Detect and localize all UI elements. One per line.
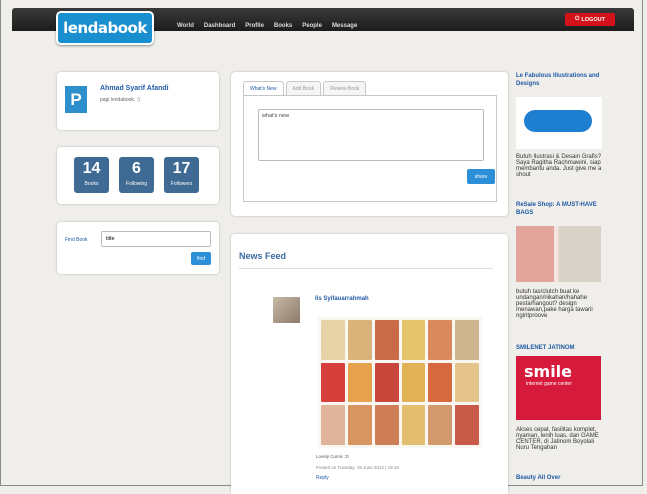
feed-post-image[interactable] <box>318 317 482 448</box>
composer-panel: what's new share <box>243 95 497 202</box>
comic-cover <box>428 405 453 445</box>
news-feed-title: News Feed <box>239 251 287 261</box>
comic-cover <box>347 405 372 445</box>
nav-people[interactable]: People <box>297 23 327 29</box>
stat-following[interactable]: 6 Following <box>119 157 154 193</box>
comic-cover <box>428 320 453 360</box>
tab-whats-new[interactable]: What's New <box>243 81 284 95</box>
speech-bubble-icon <box>524 110 592 132</box>
comic-cover <box>374 320 399 360</box>
comic-cover <box>321 320 345 360</box>
composer-tabs: What's New Add Book Review Book <box>243 81 367 95</box>
ad-title[interactable]: SMILENET JATINOM <box>516 344 606 352</box>
feed-author-name[interactable]: Iis Syifauarrahmah <box>315 296 369 302</box>
nav-world[interactable]: World <box>172 23 199 29</box>
find-book-input[interactable] <box>101 231 211 247</box>
comic-cover <box>455 405 479 445</box>
power-icon: ⏻ <box>575 16 580 22</box>
stat-books[interactable]: 14 Books <box>74 157 109 193</box>
sidebar-ad-title[interactable]: Le Fabulous Illustrations and Designs <box>516 72 606 88</box>
ad-title[interactable]: Le Fabulous Illustrations and Designs <box>516 72 606 88</box>
comic-cover <box>401 320 426 360</box>
comic-cover <box>321 362 345 403</box>
ad-text: Butuh Ilustrasi & Desain Grafis? Saya Ra… <box>516 154 602 178</box>
comic-cover <box>455 320 479 360</box>
stat-label: Followers <box>170 181 193 187</box>
avatar[interactable]: P <box>65 86 87 113</box>
logout-button[interactable]: ⏻ LOGOUT <box>565 13 615 26</box>
ad-title[interactable]: ReSale Shop: A MUST-HAVE BAGS <box>516 201 606 217</box>
comic-cover <box>321 405 345 445</box>
site-logo[interactable]: lendabook <box>56 11 154 45</box>
profile-card: P Ahmad Syarif Afandi pagi lendabook. :) <box>57 72 219 130</box>
nav-message[interactable]: Message <box>327 23 362 29</box>
main-nav: World Dashboard Profile Books People Mes… <box>172 23 362 29</box>
stat-value: 17 <box>172 160 191 177</box>
ad-image-bags[interactable] <box>516 226 601 282</box>
profile-status: pagi lendabook. :) <box>100 97 140 103</box>
smile-logo-subtext: internet game center <box>526 381 572 387</box>
feed-author-avatar[interactable] <box>273 297 300 323</box>
divider <box>239 268 493 269</box>
find-button[interactable]: find <box>191 252 211 265</box>
stat-label: Books <box>84 181 99 187</box>
comic-cover <box>347 362 372 403</box>
comic-cover <box>455 362 479 403</box>
reply-link[interactable]: Reply <box>316 475 329 481</box>
ad-title[interactable]: Beauty All Over <box>516 474 606 482</box>
ad-text: Akses cepat, fasilitas komplet, nyaman, … <box>516 427 599 451</box>
share-button[interactable]: share <box>467 169 495 184</box>
smile-logo-text: smile <box>524 362 573 381</box>
tab-add-book[interactable]: Add Book <box>285 81 322 95</box>
stats-card: 14 Books 6 Following 17 Followers <box>57 147 219 204</box>
nav-profile[interactable]: Profile <box>240 23 269 29</box>
nav-dashboard[interactable]: Dashboard <box>199 23 240 29</box>
stat-value: 14 <box>82 160 101 177</box>
comic-cover <box>374 362 399 403</box>
post-composer: What's New Add Book Review Book what's n… <box>231 72 508 216</box>
comic-cover <box>401 362 426 403</box>
news-feed: News Feed Iis Syifauarrahmah Lovely Comi… <box>231 234 508 494</box>
comic-cover <box>374 405 399 445</box>
whats-new-textarea[interactable]: what's new <box>258 109 484 161</box>
comic-cover <box>347 320 372 360</box>
tab-review-book[interactable]: Review Book <box>323 81 367 95</box>
find-book-card: Find Book find <box>57 222 219 274</box>
stat-followers[interactable]: 17 Followers <box>164 157 199 193</box>
comic-cover <box>401 405 426 445</box>
comic-cover <box>428 362 453 403</box>
ad-image-smilenet[interactable]: smile internet game center <box>516 356 601 420</box>
ad-image-speech-bubble[interactable] <box>516 97 602 149</box>
ad-text: butuh tas/clutch buat ke undangan/nikaha… <box>516 289 593 319</box>
find-book-label: Find Book <box>65 237 88 243</box>
feed-caption: Lovely Comic :D <box>316 454 349 459</box>
nav-books[interactable]: Books <box>269 23 297 29</box>
logout-label: LOGOUT <box>581 16 605 23</box>
sidebar-ad-title[interactable]: Beauty All Over <box>516 474 606 482</box>
profile-name[interactable]: Ahmad Syarif Afandi <box>100 85 169 92</box>
feed-timestamp: Posted on Tuesday, 19 June 2012 | 19:16 <box>316 465 399 470</box>
sidebar-ad-title[interactable]: ReSale Shop: A MUST-HAVE BAGS <box>516 201 606 217</box>
stat-value: 6 <box>132 160 141 177</box>
stat-label: Following <box>125 181 148 187</box>
sidebar-ad-title[interactable]: SMILENET JATINOM <box>516 344 606 352</box>
